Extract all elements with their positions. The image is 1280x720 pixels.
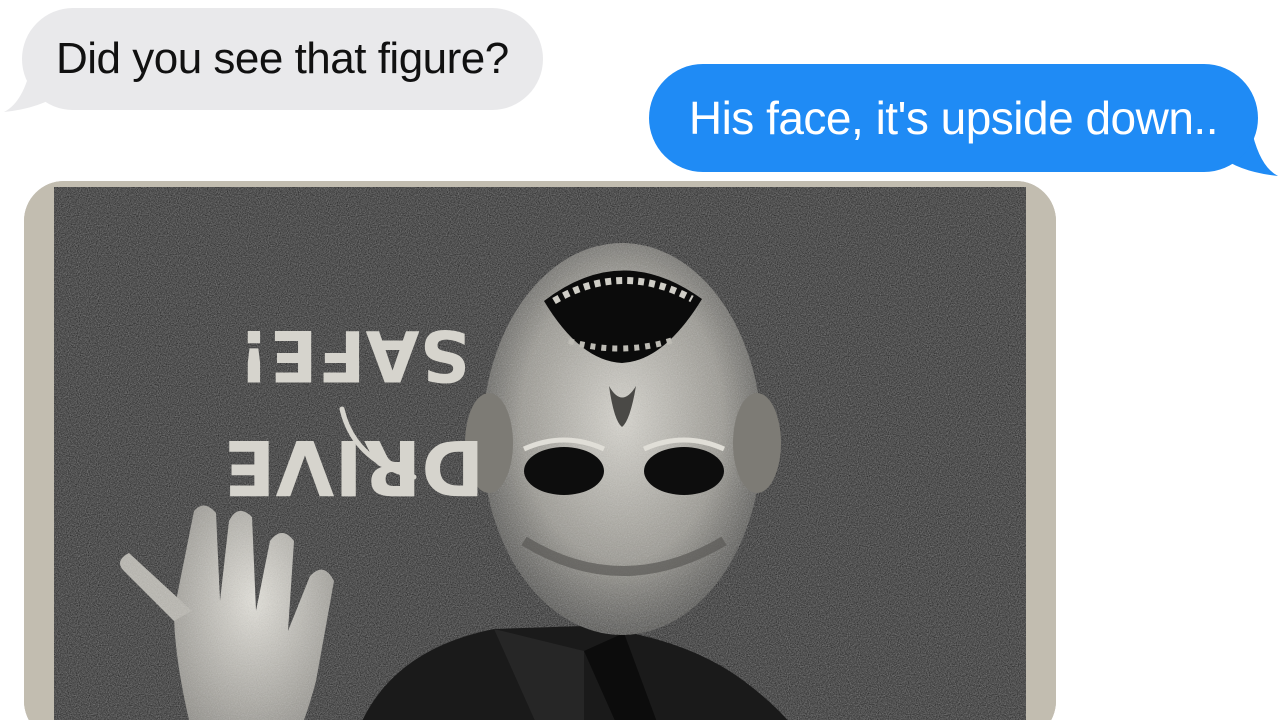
upside-down-figure-drawing: SAFE! DRIVE <box>24 181 1056 720</box>
message-thread: Did you see that figure? His face, it's … <box>0 0 1280 720</box>
image-message[interactable]: SAFE! DRIVE <box>24 181 1056 720</box>
sent-message-bubble[interactable]: His face, it's upside down.. <box>648 64 1258 172</box>
handwritten-text-safe: SAFE! <box>238 314 470 396</box>
received-message-bubble[interactable]: Did you see that figure? <box>22 8 543 110</box>
